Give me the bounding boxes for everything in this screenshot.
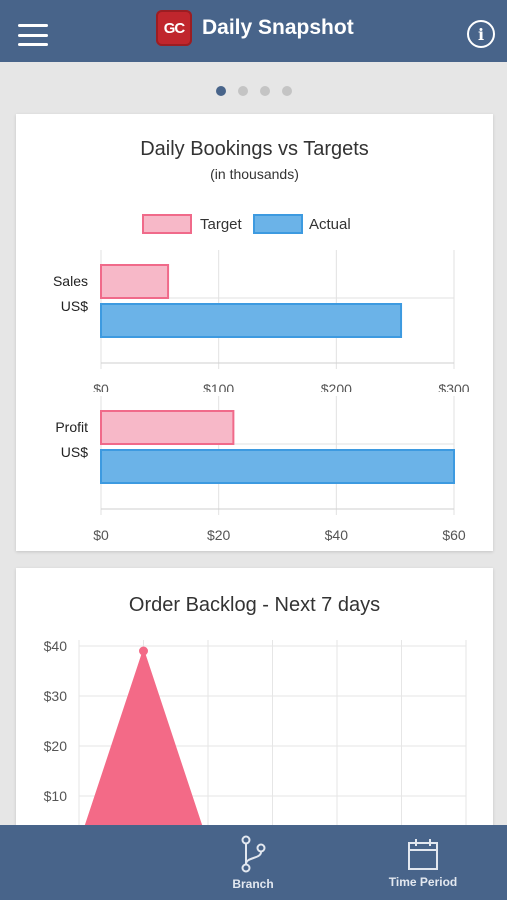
bookings-chart-title: Daily Bookings vs Targets	[140, 138, 369, 160]
branch-icon	[241, 835, 266, 873]
backlog-card: Order Backlog - Next 7 days $10 $20 $30 $40	[16, 568, 493, 848]
backlog-tick-label: $10	[44, 788, 68, 804]
legend-target-swatch	[142, 214, 192, 234]
info-icon[interactable]: i	[467, 20, 495, 48]
profit-category-label: US$	[61, 444, 88, 460]
legend-actual-swatch	[253, 214, 303, 234]
time-period-tab[interactable]: Time Period	[375, 837, 471, 900]
profit-tick-label: $40	[325, 527, 349, 541]
time-period-tab-label: Time Period	[388, 875, 458, 889]
profit-bar-chart: $0 $20 $40 $60 Profit US$	[55, 396, 466, 541]
profit-tick-label: $20	[207, 527, 231, 541]
legend-actual-label: Actual	[309, 216, 351, 233]
backlog-area-chart: $10 $20 $30 $40	[44, 638, 467, 848]
bookings-card: Daily Bookings vs Targets (in thousands)…	[16, 114, 493, 551]
profit-tick-label: $0	[93, 527, 109, 541]
page-dot-3[interactable]	[259, 86, 270, 96]
sales-actual-bar	[100, 303, 403, 338]
branch-tab[interactable]: Branch	[214, 835, 292, 900]
page-dot-2[interactable]	[237, 86, 248, 96]
bookings-chart-subtitle: (in thousands)	[210, 166, 299, 182]
page-dot-4[interactable]	[281, 86, 292, 96]
sales-bar-chart: $0 $100 $200 $300 Sales US$	[53, 250, 470, 392]
sales-tick-label: $100	[203, 381, 234, 392]
app-header: GC Daily Snapshot i	[0, 0, 507, 62]
brand: GC Daily Snapshot	[156, 10, 354, 46]
backlog-tick-label: $40	[44, 638, 68, 654]
sales-tick-label: $200	[321, 381, 352, 392]
page-dot-1[interactable]	[215, 86, 226, 96]
backlog-tick-label: $20	[44, 738, 68, 754]
profit-category-label: Profit	[55, 419, 88, 435]
hamburger-menu-icon[interactable]	[18, 24, 48, 46]
backlog-chart-title: Order Backlog - Next 7 days	[128, 594, 381, 616]
app-logo: GC	[156, 10, 192, 46]
backlog-tick-label: $30	[44, 688, 68, 704]
sales-tick-label: $300	[438, 381, 469, 392]
backlog-data-point	[139, 646, 148, 656]
sales-category-label: US$	[61, 298, 88, 314]
profit-target-bar	[100, 410, 235, 445]
profit-actual-bar	[100, 449, 455, 484]
sales-tick-label: $0	[93, 381, 109, 392]
legend-target-label: Target	[200, 216, 242, 233]
sales-category-label: Sales	[53, 273, 88, 289]
page-indicator	[0, 86, 507, 96]
branch-tab-label: Branch	[232, 877, 274, 891]
profit-tick-label: $60	[442, 527, 466, 541]
bottom-tab-bar: Branch Time Period	[0, 825, 507, 900]
sales-target-bar	[100, 264, 170, 299]
calendar-icon	[408, 839, 438, 870]
app-title: Daily Snapshot	[202, 16, 354, 39]
